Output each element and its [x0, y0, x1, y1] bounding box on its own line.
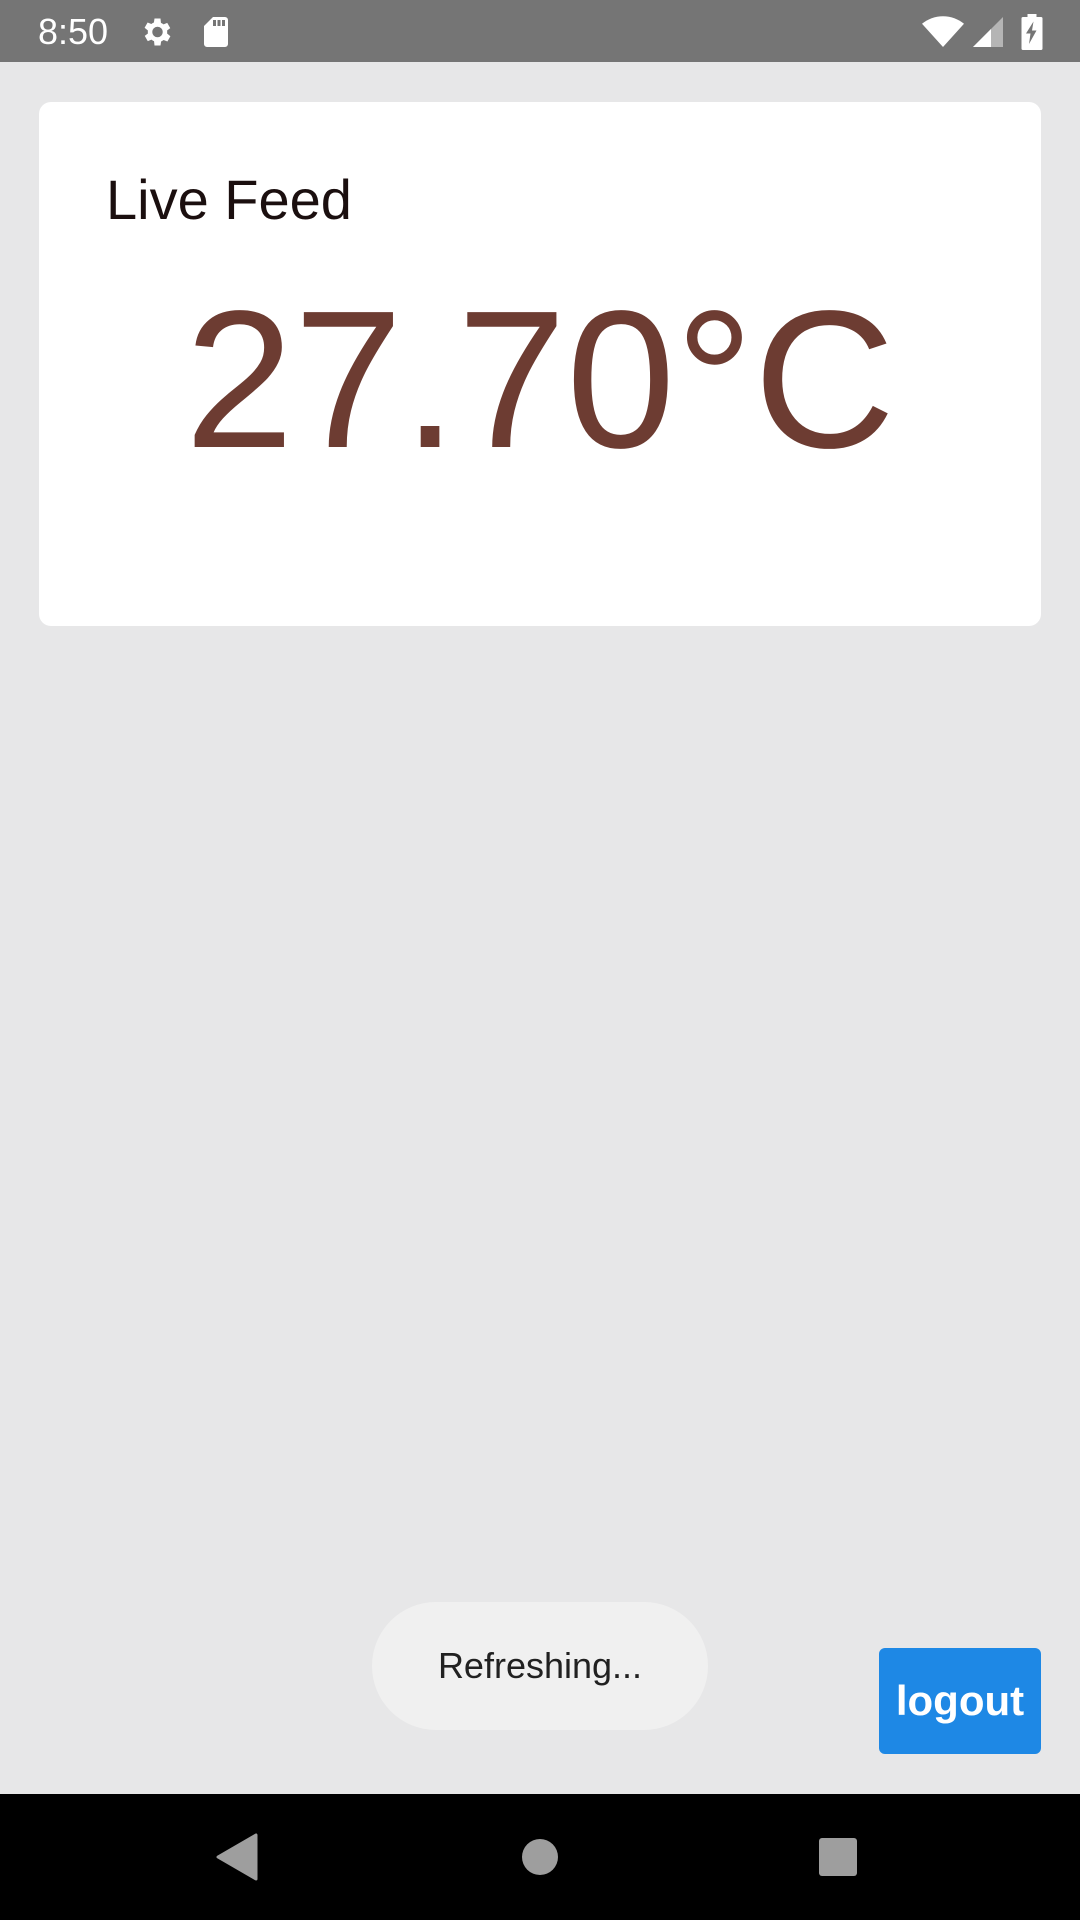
status-bar: 8:50	[0, 0, 1080, 62]
cell-signal-icon	[970, 14, 1006, 50]
status-time: 8:50	[38, 11, 109, 52]
navigation-bar	[0, 1794, 1080, 1920]
back-icon[interactable]	[178, 1794, 298, 1920]
temperature-reading: 27.70°C	[184, 270, 896, 489]
wifi-icon	[922, 14, 964, 50]
card-title: Live Feed	[106, 168, 352, 231]
refreshing-toast: Refreshing...	[372, 1602, 708, 1730]
logout-button[interactable]: logout	[879, 1648, 1041, 1754]
gear-icon	[138, 14, 174, 50]
app-screen: 8:50 Live Feed 27.70°C Refreshing... log…	[0, 0, 1080, 1920]
sd-card-icon	[198, 14, 234, 50]
recents-icon[interactable]	[778, 1794, 898, 1920]
live-feed-card: Live Feed 27.70°C	[39, 102, 1041, 626]
toast-text: Refreshing...	[437, 1645, 643, 1686]
home-icon[interactable]	[480, 1794, 600, 1920]
battery-charging-icon	[1016, 14, 1048, 50]
